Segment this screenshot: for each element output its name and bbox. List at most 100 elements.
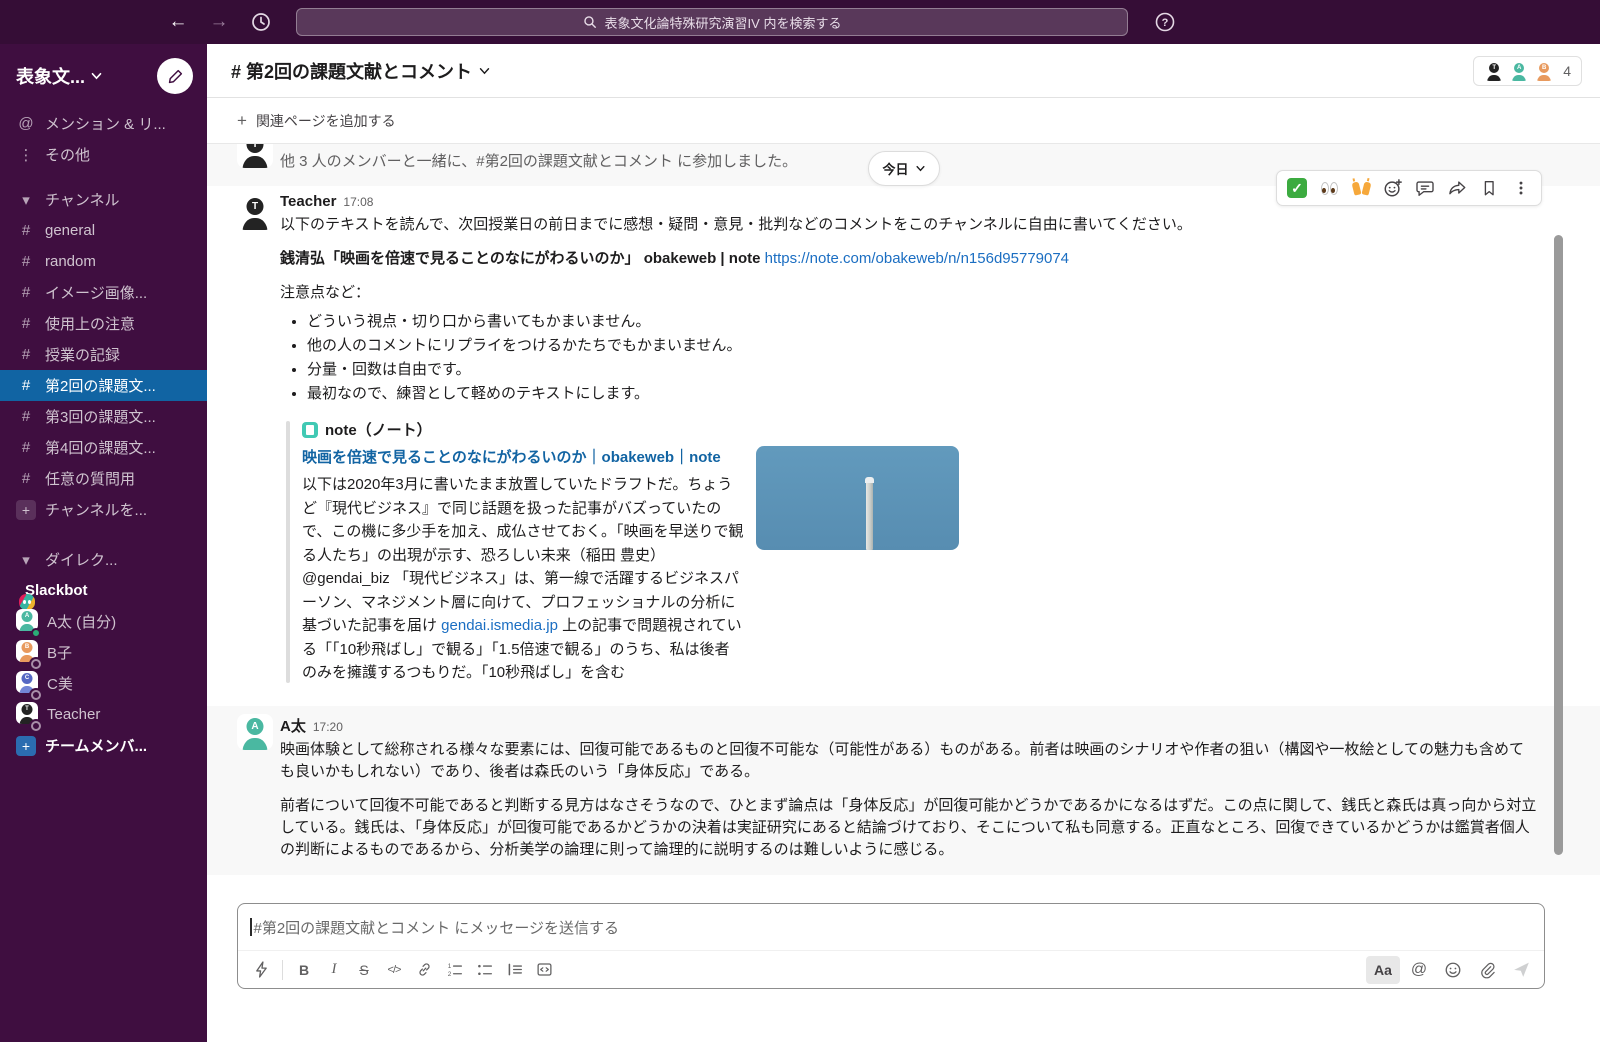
message-timestamp[interactable]: 17:08: [343, 195, 373, 209]
history-clock-icon[interactable]: [246, 7, 276, 37]
dm-slackbot[interactable]: Slackbot: [0, 575, 207, 606]
hash-icon: #: [16, 284, 36, 301]
reading-url-link[interactable]: https://note.com/obakeweb/n/n156d9577907…: [765, 250, 1069, 267]
avatar[interactable]: T: [237, 194, 273, 230]
hash-icon: #: [16, 222, 36, 239]
presence-indicator: [31, 690, 41, 700]
history-back-icon[interactable]: ←: [164, 8, 192, 36]
message-ata: A A太17:20 映画体験として総称される様々な要素には、回復可能であるものと…: [207, 706, 1600, 875]
message-paragraph: 前者について回復不可能であると判断する見方はなさそうなので、ひとまず論点は「身体…: [280, 795, 1538, 861]
ordered-list-button[interactable]: 12: [439, 956, 469, 984]
message-author[interactable]: Teacher: [280, 144, 336, 147]
sidebar-item-mentions[interactable]: @ メンション & リ...: [0, 108, 207, 139]
more-actions-button[interactable]: [1506, 174, 1536, 202]
hash-icon: #: [16, 439, 36, 456]
bullet-item: 他の人のコメントにリプライをつけるかたちでもかまいません。: [307, 334, 1580, 358]
sidebar-channel-general[interactable]: #general: [0, 215, 207, 246]
react-eyes-button[interactable]: [1314, 174, 1344, 202]
mention-button[interactable]: @: [1404, 956, 1434, 984]
search-icon: [583, 15, 597, 29]
hash-icon: #: [16, 377, 36, 394]
bookmark-icon: [1480, 179, 1498, 197]
compose-button[interactable]: [157, 58, 193, 94]
top-bar: ← → 表象文化論特殊研究演習IV 内を検索する ? A: [0, 0, 1600, 44]
react-raised-hands-button[interactable]: [1346, 174, 1376, 202]
channel-title[interactable]: # 第2回の課題文献とコメント: [231, 58, 490, 84]
channels-section-header[interactable]: ▾ チャンネル: [0, 184, 207, 215]
sidebar-channel-session3[interactable]: #第3回の課題文...: [0, 401, 207, 432]
message-text: 以下のテキストを読んで、次回授業日の前日までに感想・疑問・意見・批判などのコメン…: [280, 214, 1580, 236]
join-message-text: 他 3 人のメンバーと一緒に、#第2回の課題文献とコメント に参加しました。: [280, 150, 1600, 171]
attachment-title-link[interactable]: 映画を倍速で見ることのなにがわるいのか｜obakeweb｜note: [302, 446, 744, 469]
dm-cmi[interactable]: C C美: [0, 668, 207, 699]
attachment-accent-bar: [286, 421, 290, 683]
date-jump-pill[interactable]: 今日: [867, 151, 939, 186]
link-button[interactable]: [409, 956, 439, 984]
presence-indicator: [31, 721, 41, 731]
format-toggle-button[interactable]: Aa: [1366, 956, 1400, 984]
sidebar-channel-session2-selected[interactable]: #第2回の課題文...: [0, 370, 207, 401]
reading-title: 銭清弘「映画を倍速で見ることのなにがわるいのか」 obakeweb | note: [280, 250, 760, 267]
smiley-icon: [1444, 961, 1462, 979]
composer-placeholder: #第2回の課題文献とコメント にメッセージを送信する: [254, 917, 620, 938]
strikethrough-button[interactable]: S: [349, 956, 379, 984]
sidebar-channel-questions[interactable]: #任意の質問用: [0, 463, 207, 494]
reply-in-thread-button[interactable]: [1410, 174, 1440, 202]
sidebar-channel-usage-notes[interactable]: #使用上の注意: [0, 308, 207, 339]
save-bookmark-button[interactable]: [1474, 174, 1504, 202]
avatar[interactable]: T: [237, 144, 273, 168]
workspace-switcher[interactable]: 表象文...: [16, 63, 102, 89]
react-check-button[interactable]: ✓: [1282, 174, 1312, 202]
add-reaction-button[interactable]: [1378, 174, 1408, 202]
attachment-thumbnail-image[interactable]: [756, 446, 959, 550]
help-icon[interactable]: ?: [1150, 7, 1180, 37]
search-placeholder: 表象文化論特殊研究演習IV 内を検索する: [605, 13, 842, 32]
bullet-item: どういう視点・切り口から書いてもかまいません。: [307, 310, 1580, 334]
member-avatar: B: [1534, 61, 1554, 81]
blockquote-button[interactable]: [499, 956, 529, 984]
svg-text:2: 2: [447, 971, 451, 978]
attachment-site-name: note（ノート）: [325, 419, 432, 440]
sidebar-channel-random[interactable]: #random: [0, 246, 207, 277]
bullet-list-button[interactable]: [469, 956, 499, 984]
add-related-pages-button[interactable]: + 関連ページを追加する: [207, 98, 1600, 144]
message-composer: #第2回の課題文献とコメント にメッセージを送信する B I S </> 12 …: [237, 903, 1545, 989]
message-timestamp[interactable]: 17:20: [313, 720, 343, 734]
bold-button[interactable]: B: [289, 956, 319, 984]
dm-bko[interactable]: B B子: [0, 637, 207, 668]
attach-file-button[interactable]: [1472, 956, 1502, 984]
search-input[interactable]: 表象文化論特殊研究演習IV 内を検索する: [296, 8, 1128, 36]
history-forward-icon[interactable]: →: [205, 8, 233, 36]
raised-hands-emoji-icon: [1353, 182, 1370, 195]
message-list: 今日 ✓: [207, 144, 1600, 903]
sidebar-channel-images[interactable]: #イメージ画像...: [0, 277, 207, 308]
message-author[interactable]: A太: [280, 718, 306, 735]
gendai-link[interactable]: gendai.ismedia.jp: [441, 617, 558, 634]
vertical-scrollbar[interactable]: [1554, 235, 1563, 855]
message-timestamp[interactable]: 17:05: [343, 144, 373, 146]
channel-members-button[interactable]: T A B 4: [1473, 56, 1582, 86]
sidebar-channel-class-records[interactable]: #授業の記録: [0, 339, 207, 370]
add-channel-button[interactable]: + チャンネルを...: [0, 494, 207, 525]
thread-icon: [1415, 178, 1435, 198]
add-team-member-button[interactable]: + チームメンバ...: [0, 730, 207, 761]
code-block-button[interactable]: [529, 956, 559, 984]
plus-icon: +: [16, 500, 36, 520]
chevron-down-icon: [479, 67, 490, 75]
italic-button[interactable]: I: [319, 956, 349, 984]
sidebar-item-more[interactable]: ⋮ その他: [0, 139, 207, 170]
shortcuts-lightning-icon[interactable]: [246, 956, 276, 984]
share-message-button[interactable]: [1442, 174, 1472, 202]
avatar[interactable]: A: [237, 714, 273, 750]
dm-section-header[interactable]: ▾ ダイレク...: [0, 544, 207, 575]
dm-teacher[interactable]: T Teacher: [0, 699, 207, 730]
message-input[interactable]: #第2回の課題文献とコメント にメッセージを送信する: [238, 904, 1544, 950]
message-author[interactable]: Teacher: [280, 193, 336, 210]
inline-code-button[interactable]: </>: [379, 956, 409, 984]
send-message-button[interactable]: [1506, 956, 1536, 984]
emoji-picker-button[interactable]: [1438, 956, 1468, 984]
member-count: 4: [1563, 63, 1571, 79]
message-teacher: T Teacher 17:08 以下のテキストを読んで、次回授業日の前日までに感想…: [207, 186, 1600, 689]
sidebar-channel-session4[interactable]: #第4回の課題文...: [0, 432, 207, 463]
dm-ata-self[interactable]: A A太 (自分): [0, 606, 207, 637]
